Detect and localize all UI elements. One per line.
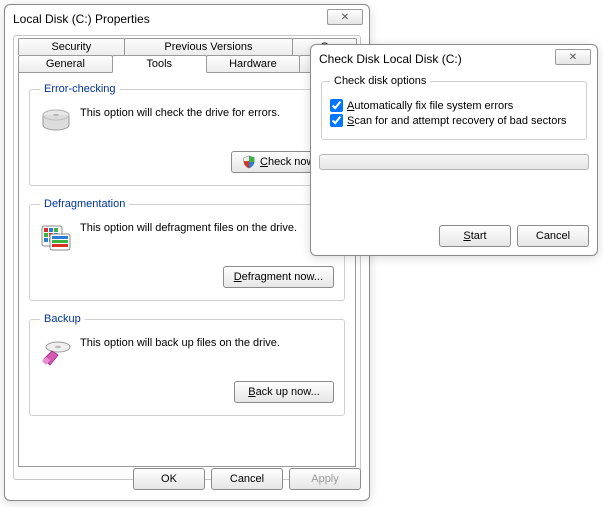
chkdsk-titlebar[interactable]: Check Disk Local Disk (C:) ✕ — [311, 45, 597, 73]
defragment-now-button[interactable]: Defragment now... — [223, 266, 334, 288]
properties-titlebar[interactable]: Local Disk (C:) Properties ✕ — [5, 5, 369, 33]
properties-inner-frame: Security Previous Versions Q General Too… — [13, 35, 361, 480]
chkdsk-title: Check Disk Local Disk (C:) — [319, 52, 462, 66]
autofix-option[interactable]: Automatically fix file system errors — [330, 99, 578, 112]
backup-icon — [40, 335, 72, 367]
scan-label: Scan for and attempt recovery of bad sec… — [347, 115, 567, 127]
defrag-icon — [40, 220, 72, 252]
drive-icon — [40, 105, 72, 137]
ok-button[interactable]: OK — [133, 468, 205, 490]
defrag-desc: This option will defragment files on the… — [80, 220, 297, 234]
backup-now-label: Back up now... — [248, 386, 320, 398]
tab-hardware[interactable]: Hardware — [206, 55, 301, 72]
shield-icon — [242, 155, 256, 169]
autofix-checkbox[interactable] — [330, 99, 343, 112]
tools-panel: Error-checking This option will check th… — [18, 72, 356, 467]
defragment-now-label: Defragment now... — [234, 271, 323, 283]
tab-security[interactable]: Security — [18, 38, 125, 55]
apply-button[interactable]: Apply — [289, 468, 361, 490]
defrag-group: Defragmentation This option will defragm… — [29, 198, 345, 301]
error-checking-group: Error-checking This option will check th… — [29, 83, 345, 186]
properties-button-row: OK Cancel Apply — [13, 468, 361, 490]
backup-group: Backup This option will back up files on… — [29, 313, 345, 416]
chkdsk-button-row: Start Cancel — [439, 225, 589, 247]
backup-now-button[interactable]: Back up now... — [234, 381, 334, 403]
scan-checkbox[interactable] — [330, 114, 343, 127]
autofix-label: Automatically fix file system errors — [347, 100, 513, 112]
error-checking-legend: Error-checking — [40, 83, 120, 95]
close-icon: ✕ — [341, 12, 349, 23]
defrag-legend: Defragmentation — [40, 198, 129, 210]
backup-desc: This option will back up files on the dr… — [80, 335, 280, 349]
properties-title: Local Disk (C:) Properties — [13, 12, 150, 26]
tab-general[interactable]: General — [18, 55, 113, 72]
chkdsk-cancel-button[interactable]: Cancel — [517, 225, 589, 247]
start-button[interactable]: Start — [439, 225, 511, 247]
cancel-button[interactable]: Cancel — [211, 468, 283, 490]
backup-legend: Backup — [40, 313, 85, 325]
close-icon: ✕ — [569, 52, 577, 63]
tab-strip: Security Previous Versions Q General Too… — [14, 36, 360, 72]
error-checking-desc: This option will check the drive for err… — [80, 105, 280, 119]
progress-bar — [319, 154, 589, 170]
tab-previous-versions[interactable]: Previous Versions — [124, 38, 294, 55]
tab-tools[interactable]: Tools — [112, 55, 207, 73]
chkdsk-window: Check Disk Local Disk (C:) ✕ Check disk … — [310, 44, 598, 256]
properties-close-button[interactable]: ✕ — [327, 9, 363, 25]
chkdsk-options-group: Check disk options Automatically fix fil… — [321, 75, 587, 140]
scan-option[interactable]: Scan for and attempt recovery of bad sec… — [330, 114, 578, 127]
chkdsk-close-button[interactable]: ✕ — [555, 49, 591, 65]
chkdsk-options-legend: Check disk options — [330, 75, 430, 87]
